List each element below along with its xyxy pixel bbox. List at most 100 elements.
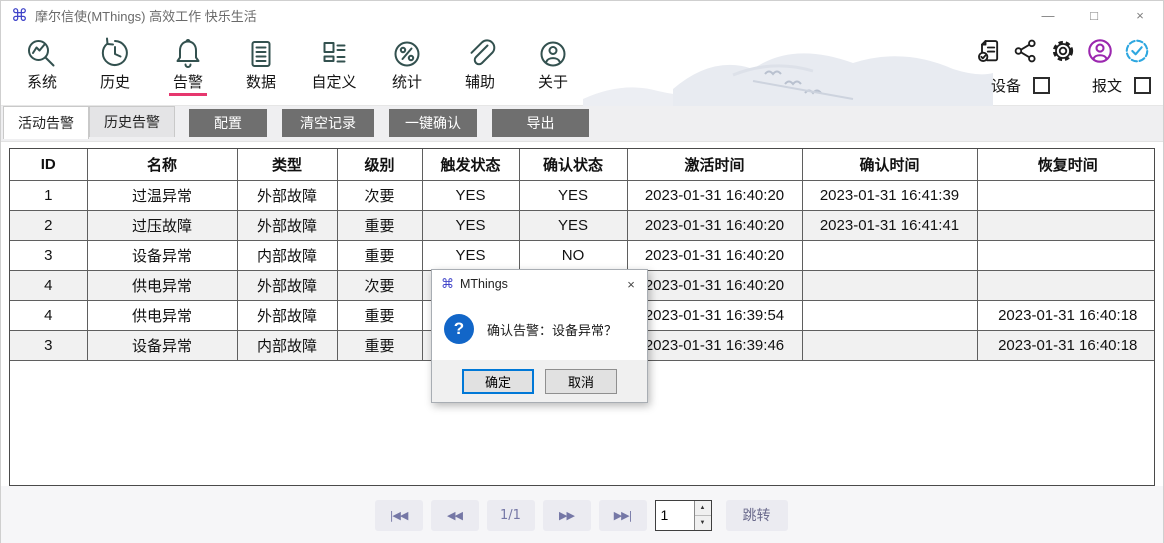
col-header-confirm-state: 确认状态 bbox=[519, 149, 627, 180]
nav-item-aux[interactable]: 辅助 bbox=[455, 33, 505, 96]
prev-page-button[interactable]: ◀◀ bbox=[431, 500, 479, 531]
table-cell: YES bbox=[519, 180, 627, 210]
next-page-button[interactable]: ▶▶ bbox=[543, 500, 591, 531]
titlebar: ⌘ 摩尔信使(MThings) 高效工作 快乐生活 — □ × bbox=[1, 1, 1163, 29]
table-cell bbox=[977, 240, 1155, 270]
col-header-id: ID bbox=[10, 149, 87, 180]
nav-item-label: 统计 bbox=[392, 74, 422, 92]
col-header-trigger-state: 触发状态 bbox=[422, 149, 519, 180]
alarm-bell-icon bbox=[170, 36, 206, 72]
nav-item-custom[interactable]: 自定义 bbox=[309, 33, 359, 96]
jump-button[interactable]: 跳转 bbox=[726, 500, 788, 531]
table-cell: 2023-01-31 16:39:46 bbox=[627, 330, 802, 360]
share-icon[interactable] bbox=[1012, 37, 1040, 65]
nav-item-system[interactable]: 系统 bbox=[17, 33, 67, 96]
last-page-button[interactable]: ▶▶| bbox=[599, 500, 647, 531]
account-icon[interactable] bbox=[1086, 37, 1114, 65]
col-header-recover-time: 恢复时间 bbox=[977, 149, 1155, 180]
dialog-titlebar: ⌘ MThings × bbox=[432, 270, 647, 298]
table-cell: 1 bbox=[10, 180, 87, 210]
table-cell: 外部故障 bbox=[237, 270, 337, 300]
page-spinbox: ▲ ▼ bbox=[655, 500, 712, 531]
table-cell: 过温异常 bbox=[87, 180, 237, 210]
table-cell: 重要 bbox=[337, 210, 422, 240]
nav-item-label: 告警 bbox=[169, 74, 207, 96]
table-cell: 次要 bbox=[337, 180, 422, 210]
nav-item-label: 辅助 bbox=[465, 74, 495, 92]
table-cell: 3 bbox=[10, 240, 87, 270]
clear-records-button[interactable]: 清空记录 bbox=[282, 109, 374, 137]
table-cell: 重要 bbox=[337, 240, 422, 270]
table-cell: 供电异常 bbox=[87, 300, 237, 330]
minimize-button[interactable]: — bbox=[1025, 1, 1071, 29]
settings-gear-icon[interactable] bbox=[1049, 37, 1077, 65]
verified-badge-icon[interactable] bbox=[1123, 37, 1151, 65]
dialog-message: 确认告警：设备异常？ bbox=[487, 320, 617, 339]
first-page-button[interactable]: |◀◀ bbox=[375, 500, 423, 531]
device-label: 设备 bbox=[991, 75, 1021, 96]
tab-history-alarms[interactable]: 历史告警 bbox=[89, 106, 175, 137]
table-row[interactable]: 3设备异常内部故障重要YESNO2023-01-31 16:40:20 bbox=[10, 240, 1155, 270]
table-cell: 2023-01-31 16:40:20 bbox=[627, 180, 802, 210]
tab-action-row: 活动告警 历史告警 配置 清空记录 一键确认 导出 bbox=[1, 106, 1163, 142]
nav-item-data[interactable]: 数据 bbox=[236, 33, 286, 96]
col-header-name: 名称 bbox=[87, 149, 237, 180]
quickbar-labels: 设备 报文 bbox=[991, 75, 1151, 96]
table-cell: 2023-01-31 16:41:39 bbox=[802, 180, 977, 210]
nav-item-about[interactable]: 关于 bbox=[528, 33, 578, 96]
confirm-dialog: ⌘ MThings × ? 确认告警：设备异常？ 确定 取消 bbox=[431, 269, 648, 403]
table-header-row: ID 名称 类型 级别 触发状态 确认状态 激活时间 确认时间 恢复时间 bbox=[10, 149, 1155, 180]
nav-item-history[interactable]: 历史 bbox=[90, 33, 140, 96]
table-cell: 供电异常 bbox=[87, 270, 237, 300]
table-cell: YES bbox=[422, 210, 519, 240]
data-document-icon bbox=[243, 36, 279, 72]
pager: |◀◀ ◀◀ 1/1 ▶▶ ▶▶| ▲ ▼ 跳转 bbox=[375, 500, 788, 531]
table-row[interactable]: 1过温异常外部故障次要YESYES2023-01-31 16:40:202023… bbox=[10, 180, 1155, 210]
export-button[interactable]: 导出 bbox=[492, 109, 589, 137]
quickbar-icons bbox=[975, 35, 1151, 67]
nav-item-label: 数据 bbox=[246, 74, 276, 92]
device-checkbox[interactable] bbox=[1033, 77, 1050, 94]
config-button[interactable]: 配置 bbox=[189, 109, 267, 137]
dialog-close-icon[interactable]: × bbox=[615, 270, 647, 298]
page-indicator: 1/1 bbox=[487, 500, 535, 531]
system-chart-icon bbox=[24, 36, 60, 72]
device-list-icon[interactable] bbox=[975, 37, 1003, 65]
ok-button[interactable]: 确定 bbox=[462, 369, 534, 394]
table-cell: 设备异常 bbox=[87, 330, 237, 360]
table-cell: 设备异常 bbox=[87, 240, 237, 270]
table-cell: 内部故障 bbox=[237, 330, 337, 360]
nav-item-alarm[interactable]: 告警 bbox=[163, 33, 213, 96]
table-cell bbox=[802, 330, 977, 360]
nav-item-stats[interactable]: 统计 bbox=[382, 33, 432, 96]
table-cell: 重要 bbox=[337, 330, 422, 360]
spinner-down-icon[interactable]: ▼ bbox=[695, 516, 711, 530]
tab-active-alarms[interactable]: 活动告警 bbox=[3, 106, 89, 139]
about-user-icon bbox=[535, 36, 571, 72]
confirm-all-button[interactable]: 一键确认 bbox=[389, 109, 477, 137]
table-cell: 2023-01-31 16:40:20 bbox=[627, 210, 802, 240]
table-cell: 2023-01-31 16:40:18 bbox=[977, 330, 1155, 360]
close-button[interactable]: × bbox=[1117, 1, 1163, 29]
message-checkbox[interactable] bbox=[1134, 77, 1151, 94]
table-cell: 2023-01-31 16:40:20 bbox=[627, 270, 802, 300]
table-cell: YES bbox=[519, 210, 627, 240]
window-controls: — □ × bbox=[1025, 1, 1163, 29]
table-cell: 2023-01-31 16:40:18 bbox=[977, 300, 1155, 330]
nav-item-label: 历史 bbox=[100, 74, 130, 92]
maximize-button[interactable]: □ bbox=[1071, 1, 1117, 29]
spinner-up-icon[interactable]: ▲ bbox=[695, 501, 711, 516]
pager-strip: |◀◀ ◀◀ 1/1 ▶▶ ▶▶| ▲ ▼ 跳转 bbox=[1, 486, 1163, 543]
table-cell: YES bbox=[422, 180, 519, 210]
question-icon: ? bbox=[444, 314, 474, 344]
table-cell: 2 bbox=[10, 210, 87, 240]
cancel-button[interactable]: 取消 bbox=[545, 369, 617, 394]
table-row[interactable]: 2过压故障外部故障重要YESYES2023-01-31 16:40:202023… bbox=[10, 210, 1155, 240]
page-input[interactable] bbox=[656, 501, 694, 530]
app-logo-icon: ⌘ bbox=[11, 7, 28, 24]
window-title: 摩尔信使(MThings) 高效工作 快乐生活 bbox=[35, 6, 257, 25]
paperclip-icon bbox=[462, 36, 498, 72]
table-cell bbox=[802, 300, 977, 330]
table-cell: 次要 bbox=[337, 270, 422, 300]
primary-nav: 系统 历史 告警 数据 bbox=[17, 33, 578, 96]
